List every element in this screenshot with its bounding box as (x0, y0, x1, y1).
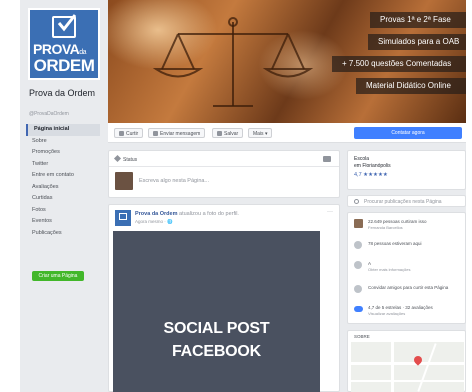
page-title[interactable]: Prova da Ordem (29, 88, 99, 99)
nav-item-home[interactable]: Página inicial (26, 124, 100, 136)
map-road (391, 342, 394, 392)
hours-label: A (368, 261, 372, 266)
page-rating[interactable]: 4,7 ★★★★★ (354, 172, 388, 178)
nav-item-photos[interactable]: Fotos (26, 205, 100, 217)
search-input[interactable]: Procurar publicações nesta Página (364, 199, 442, 205)
location-pin-icon (354, 241, 362, 249)
send-message-label: Enviar mensagem (160, 131, 201, 137)
post-timestamp[interactable]: Agora mesmo · 🌐 (135, 219, 173, 225)
logo-line2: ORDEM (33, 56, 95, 75)
nav-item-events[interactable]: Eventos (26, 216, 100, 228)
nav-item-reviews[interactable]: Avaliações (26, 182, 100, 194)
cover-banner-3: + 7.500 questões Comentadas (332, 56, 466, 72)
contact-now-button[interactable]: Contatar agora (354, 127, 462, 139)
rating-icon (354, 306, 363, 312)
nav-item-likes[interactable]: Curtidas (26, 193, 100, 205)
page-search[interactable]: Procurar publicações nesta Página (347, 195, 466, 207)
page-location: em Florianópolis (354, 163, 391, 169)
bookmark-icon (217, 130, 222, 136)
post-image-caption-line2: FACEBOOK (171, 343, 262, 360)
cover-banner-1: Provas 1ª e 2ª Fase (370, 12, 466, 28)
nav-item-twitter[interactable]: Twitter (26, 159, 100, 171)
checkins-count: 78 pessoas estiveram aqui (368, 241, 422, 246)
pencil-icon (113, 154, 122, 163)
map-card-title: SOBRE (354, 334, 370, 339)
post-image[interactable]: SOCIAL POST FACEBOOK (113, 231, 320, 392)
page-action-bar: Curtir Enviar mensagem Salvar Mais ▾ Con… (108, 123, 466, 143)
left-column: PROVAda ORDEM Prova da Ordem @ProvaDaOrd… (20, 0, 106, 392)
view-reviews-link[interactable]: Visualizar avaliações (368, 311, 405, 316)
clock-icon (354, 261, 362, 269)
page-about-card: 22.649 pessoas curtiram isso Fernanda Ba… (347, 212, 466, 324)
page-nav: Página inicial Sobre Promoções Twitter E… (26, 124, 100, 239)
save-label: Salvar (224, 131, 239, 137)
checkbox-icon (52, 14, 76, 38)
send-message-button[interactable]: Enviar mensagem (148, 128, 206, 138)
facebook-page-screenshot: PROVAda ORDEM Prova da Ordem @ProvaDaOrd… (20, 0, 466, 392)
status-tab[interactable]: Status (113, 154, 138, 163)
cover-photo[interactable]: Provas 1ª e 2ª Fase Simulados para a OAB… (108, 0, 466, 123)
post-action-text: atualizou a foto do perfil. (179, 211, 239, 217)
nav-item-posts[interactable]: Publicações (26, 228, 100, 240)
logo-line1: PROVAda (33, 41, 87, 57)
search-icon (354, 199, 359, 204)
likes-friend: Fernanda Barcellos (368, 225, 403, 230)
create-page-button[interactable]: Criar uma Página (32, 271, 84, 281)
cover-banner-4: Material Didático Online (356, 78, 466, 94)
nav-item-about[interactable]: Sobre (26, 136, 100, 148)
camera-icon[interactable] (323, 156, 331, 162)
friend-photo-icon (354, 219, 363, 228)
page-logo[interactable]: PROVAda ORDEM (28, 8, 100, 80)
location-map[interactable] (351, 342, 464, 392)
nav-item-contact[interactable]: Entre em contato (26, 170, 100, 182)
post-header: Prova da Ordem atualizou a foto do perfi… (135, 211, 239, 217)
page-info-card: Escola em Florianópolis 4,7 ★★★★★ (347, 150, 466, 190)
page-handle[interactable]: @ProvaDaOrdem (29, 111, 69, 117)
nav-item-offers[interactable]: Promoções (26, 147, 100, 159)
page-category[interactable]: Escola (354, 156, 369, 162)
post-composer: Status Escreva algo nesta Página... (108, 150, 340, 198)
map-road (351, 380, 464, 382)
more-button[interactable]: Mais ▾ (248, 128, 273, 138)
checkbox-icon (119, 213, 127, 220)
invite-friends-icon (354, 285, 362, 293)
user-avatar (115, 172, 133, 190)
like-label: Curtir (126, 131, 139, 137)
cover-banner-2: Simulados para a OAB (368, 34, 466, 50)
composer-input[interactable]: Escreva algo nesta Página... (139, 178, 209, 184)
more-info-link[interactable]: Obter mais informações (368, 267, 410, 272)
map-road (417, 343, 437, 392)
post-author-avatar[interactable] (115, 210, 131, 226)
like-button[interactable]: Curtir (114, 128, 144, 138)
post-author-link[interactable]: Prova da Ordem (135, 211, 178, 217)
post-image-caption-line1: SOCIAL POST (163, 320, 270, 337)
composer-divider (109, 166, 339, 167)
rating-summary: 4,7 de 5 estrelas · 32 avaliações (368, 305, 433, 310)
save-button[interactable]: Salvar (212, 128, 244, 138)
map-road (351, 362, 464, 365)
status-tab-label: Status (123, 157, 138, 163)
feed-post: Prova da Ordem atualizou a foto do perfi… (108, 204, 340, 392)
likes-count: 22.649 pessoas curtiram isso (368, 219, 427, 224)
thumbs-up-icon (119, 130, 124, 136)
location-map-card: SOBRE (347, 330, 466, 392)
messenger-icon (153, 130, 158, 136)
post-options-icon[interactable]: ··· (327, 209, 333, 215)
invite-friends-label: Convidar amigos para curtir esta Página (368, 285, 449, 290)
scales-of-justice-icon (152, 17, 314, 107)
